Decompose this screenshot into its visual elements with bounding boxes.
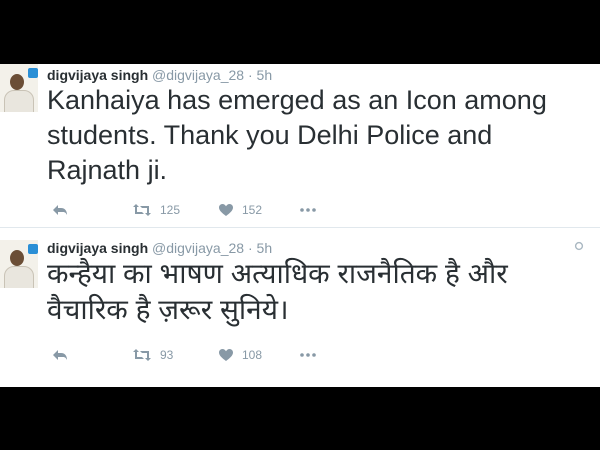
tweet-card[interactable]: digvijaya singh @digvijaya_28 · 5h Kanha… <box>0 64 600 227</box>
retweet-count: 125 <box>160 203 181 217</box>
more-icon <box>300 208 316 212</box>
tweet-timestamp[interactable]: 5h <box>257 240 273 256</box>
reply-icon <box>52 203 68 217</box>
like-count: 152 <box>242 203 263 217</box>
tweet-actions: 125 152 <box>50 200 350 220</box>
tweet-header: digvijaya singh @digvijaya_28 · 5h <box>47 240 272 256</box>
tweet-feed: digvijaya singh @digvijaya_28 · 5h Kanha… <box>0 64 600 387</box>
retweet-button[interactable]: 125 <box>132 200 180 220</box>
tweet-header: digvijaya singh @digvijaya_28 · 5h <box>47 67 272 83</box>
avatar-body <box>4 266 34 288</box>
retweet-count: 93 <box>160 348 174 362</box>
retweet-icon <box>132 203 152 217</box>
like-button[interactable]: 108 <box>218 345 262 365</box>
more-icon <box>300 353 316 357</box>
avatar-accent <box>28 68 38 78</box>
author-name[interactable]: digvijaya singh <box>47 240 148 256</box>
tweet-card[interactable]: digvijaya singh @digvijaya_28 · 5h कन्है… <box>0 228 600 387</box>
heart-icon <box>218 348 234 362</box>
tweet-timestamp[interactable]: 5h <box>257 67 273 83</box>
avatar[interactable] <box>0 64 38 112</box>
reply-button[interactable] <box>52 345 68 365</box>
retweet-button[interactable]: 93 <box>132 345 173 365</box>
more-button[interactable] <box>300 345 316 365</box>
author-name[interactable]: digvijaya singh <box>47 67 148 83</box>
avatar-accent <box>28 244 38 254</box>
meta-separator: · <box>247 240 253 256</box>
like-button[interactable]: 152 <box>218 200 262 220</box>
reply-button[interactable] <box>52 200 68 220</box>
author-handle[interactable]: @digvijaya_28 <box>152 67 244 83</box>
author-handle[interactable]: @digvijaya_28 <box>152 240 244 256</box>
more-button[interactable] <box>300 200 316 220</box>
tweet-text: Kanhaiya has emerged as an Icon among st… <box>47 85 547 185</box>
retweet-icon <box>132 348 152 362</box>
avatar-body <box>4 90 34 112</box>
chevron-down-icon[interactable] <box>574 241 584 251</box>
avatar[interactable] <box>0 240 38 288</box>
tweet-text: कन्हैया का भाषण अत्याधिक राजनैतिक है और … <box>47 258 508 325</box>
heart-icon <box>218 203 234 217</box>
reply-icon <box>52 348 68 362</box>
tweet-actions: 93 108 <box>50 345 350 365</box>
avatar-head <box>10 250 24 266</box>
like-count: 108 <box>242 348 263 362</box>
meta-separator: · <box>247 67 253 83</box>
avatar-head <box>10 74 24 90</box>
